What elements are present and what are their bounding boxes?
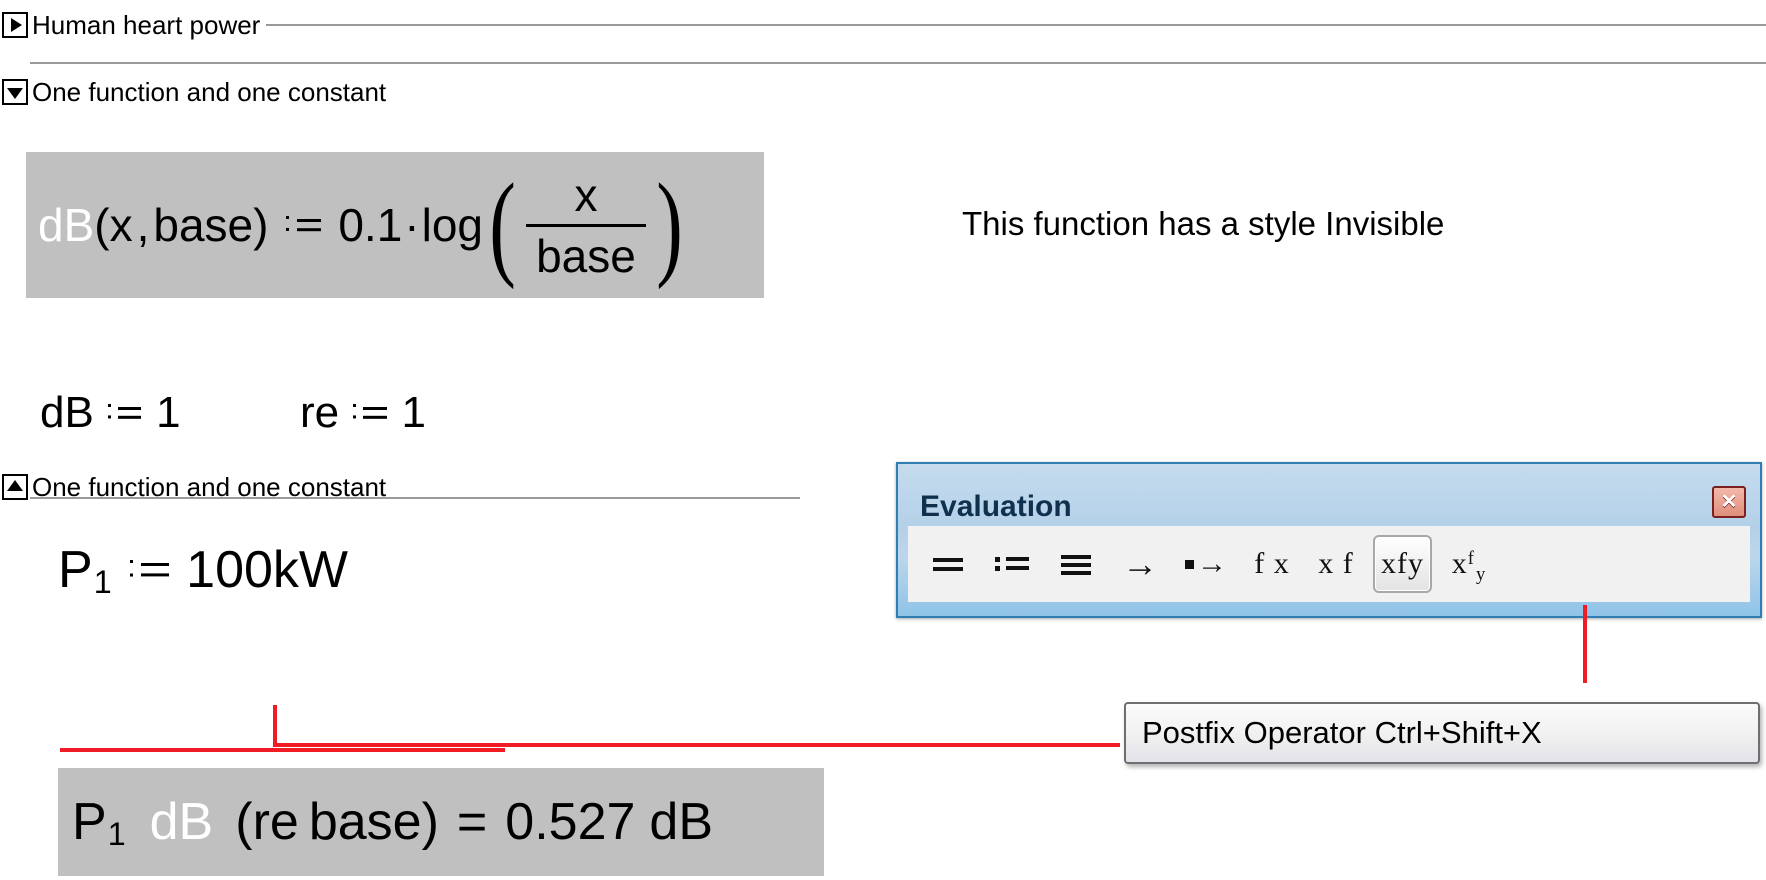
result-equals: = <box>456 793 488 851</box>
close-icon[interactable]: ✕ <box>1712 486 1746 518</box>
math-region-re-constant[interactable]: re 1 <box>300 388 426 438</box>
red-connector-horizontal-long <box>275 743 1120 747</box>
area-header-one-function-open[interactable]: One function and one constant <box>0 75 1766 109</box>
paren-open-large-icon: ( <box>489 159 516 290</box>
result-paren-close: ) <box>421 793 439 851</box>
palette-button-treefix-operator[interactable]: xfy <box>1442 535 1496 593</box>
red-connector-horizontal-short <box>60 748 505 752</box>
math-region-power-definition[interactable]: P 1 100kW <box>58 540 348 600</box>
result-arg-re: re <box>252 793 299 851</box>
palette-button-symbolic-keyword[interactable]: → <box>1177 535 1235 593</box>
result-subscript: 1 <box>107 815 126 852</box>
palette-button-global-definition[interactable] <box>1049 535 1103 593</box>
db-arg-x: x <box>109 199 133 251</box>
db-paren-close: ) <box>253 199 269 251</box>
tooltip-postfix-operator: Postfix Operator Ctrl+Shift+X <box>1124 702 1760 764</box>
tooltip-text: Postfix Operator Ctrl+Shift+X <box>1142 715 1542 750</box>
treefix-operator-glyph: xfy <box>1451 547 1487 586</box>
power-value: 100kW <box>186 541 349 599</box>
assign-operator-icon <box>286 202 322 248</box>
annotation-text[interactable]: This function has a style Invisible <box>962 205 1444 243</box>
db-paren-open: ( <box>94 199 110 251</box>
arrow-right-icon: → <box>1197 547 1227 580</box>
area-toggle-one-function-open[interactable] <box>2 79 28 105</box>
assign-operator-icon <box>353 391 387 435</box>
db-log-function: log <box>421 199 483 251</box>
assign-operator-icon <box>107 391 142 435</box>
db-function-name: dB <box>38 199 95 251</box>
area-header-human-heart-power[interactable]: Human heart power <box>0 8 1766 42</box>
close-icon-glyph: ✕ <box>1720 491 1738 513</box>
power-name: P <box>58 541 93 599</box>
area-title-one-function-open: One function and one constant <box>32 77 387 107</box>
result-unit: dB <box>649 793 714 851</box>
db-fraction: x base <box>526 168 646 283</box>
palette-button-infix-operator[interactable]: xfy <box>1373 535 1432 593</box>
result-arg-base: base <box>308 793 422 851</box>
db-coefficient: 0.1 <box>338 199 403 251</box>
area-rule-top <box>30 62 1766 64</box>
fraction-numerator: x <box>574 168 598 221</box>
arrow-right-icon: → <box>1122 544 1158 584</box>
re-constant-name: re <box>300 388 340 437</box>
area-rule <box>266 24 1766 26</box>
triangle-right-icon <box>11 18 22 32</box>
equals-glyph-icon <box>933 551 963 577</box>
triangle-down-icon <box>7 88 23 99</box>
identical-glyph-icon <box>1061 551 1091 577</box>
math-region-db-constant[interactable]: dB 1 <box>40 388 181 438</box>
infix-operator-glyph: xfy <box>1381 547 1424 580</box>
assign-operator-icon <box>129 544 171 596</box>
math-region-db-definition[interactable]: dB ( x , base ) 0.1 · log ( x base ) <box>26 152 764 298</box>
db-constant-value: 1 <box>156 388 181 437</box>
paren-close-large-icon: ) <box>656 159 683 290</box>
postfix-operator-glyph: x f <box>1318 547 1354 580</box>
result-name: P <box>72 793 107 851</box>
red-connector-vertical-palette <box>1583 605 1587 683</box>
fraction-denominator: base <box>536 229 636 282</box>
result-unit-function: dB <box>149 793 214 851</box>
result-paren-open: ( <box>235 793 253 851</box>
math-region-result[interactable]: P 1 dB ( re base ) = 0.527 dB <box>58 768 824 876</box>
re-constant-value: 1 <box>401 388 426 437</box>
placeholder-square-icon <box>1185 559 1194 569</box>
db-constant-name: dB <box>40 388 94 437</box>
area-toggle-human-heart-power[interactable] <box>2 12 28 38</box>
triangle-up-icon <box>7 480 23 491</box>
definition-glyph-icon <box>995 551 1029 577</box>
db-multiply-dot: · <box>404 199 420 251</box>
palette-title: Evaluation <box>920 490 1072 523</box>
palette-button-prefix-operator[interactable]: f x <box>1245 535 1299 593</box>
palette-button-evaluate[interactable] <box>921 535 975 593</box>
evaluation-palette[interactable]: Evaluation ✕ → → f x x f xfy xfy <box>896 462 1762 618</box>
palette-button-postfix-operator[interactable]: x f <box>1309 535 1363 593</box>
db-arg-base: base <box>153 199 254 251</box>
red-connector-vertical-stub <box>273 705 277 747</box>
area-title-human-heart-power: Human heart power <box>32 10 261 40</box>
prefix-operator-glyph: f x <box>1254 547 1290 580</box>
result-value: 0.527 <box>505 793 636 851</box>
palette-button-symbolic-evaluation[interactable]: → <box>1113 535 1167 593</box>
power-subscript: 1 <box>93 563 112 600</box>
db-comma: , <box>136 199 150 251</box>
palette-button-definition[interactable] <box>985 535 1039 593</box>
palette-button-strip: → → f x x f xfy xfy <box>908 526 1750 602</box>
area-rule-bottom <box>30 497 800 499</box>
area-toggle-one-function-end[interactable] <box>2 474 28 500</box>
dot-arrow-icon: → <box>1185 547 1227 581</box>
